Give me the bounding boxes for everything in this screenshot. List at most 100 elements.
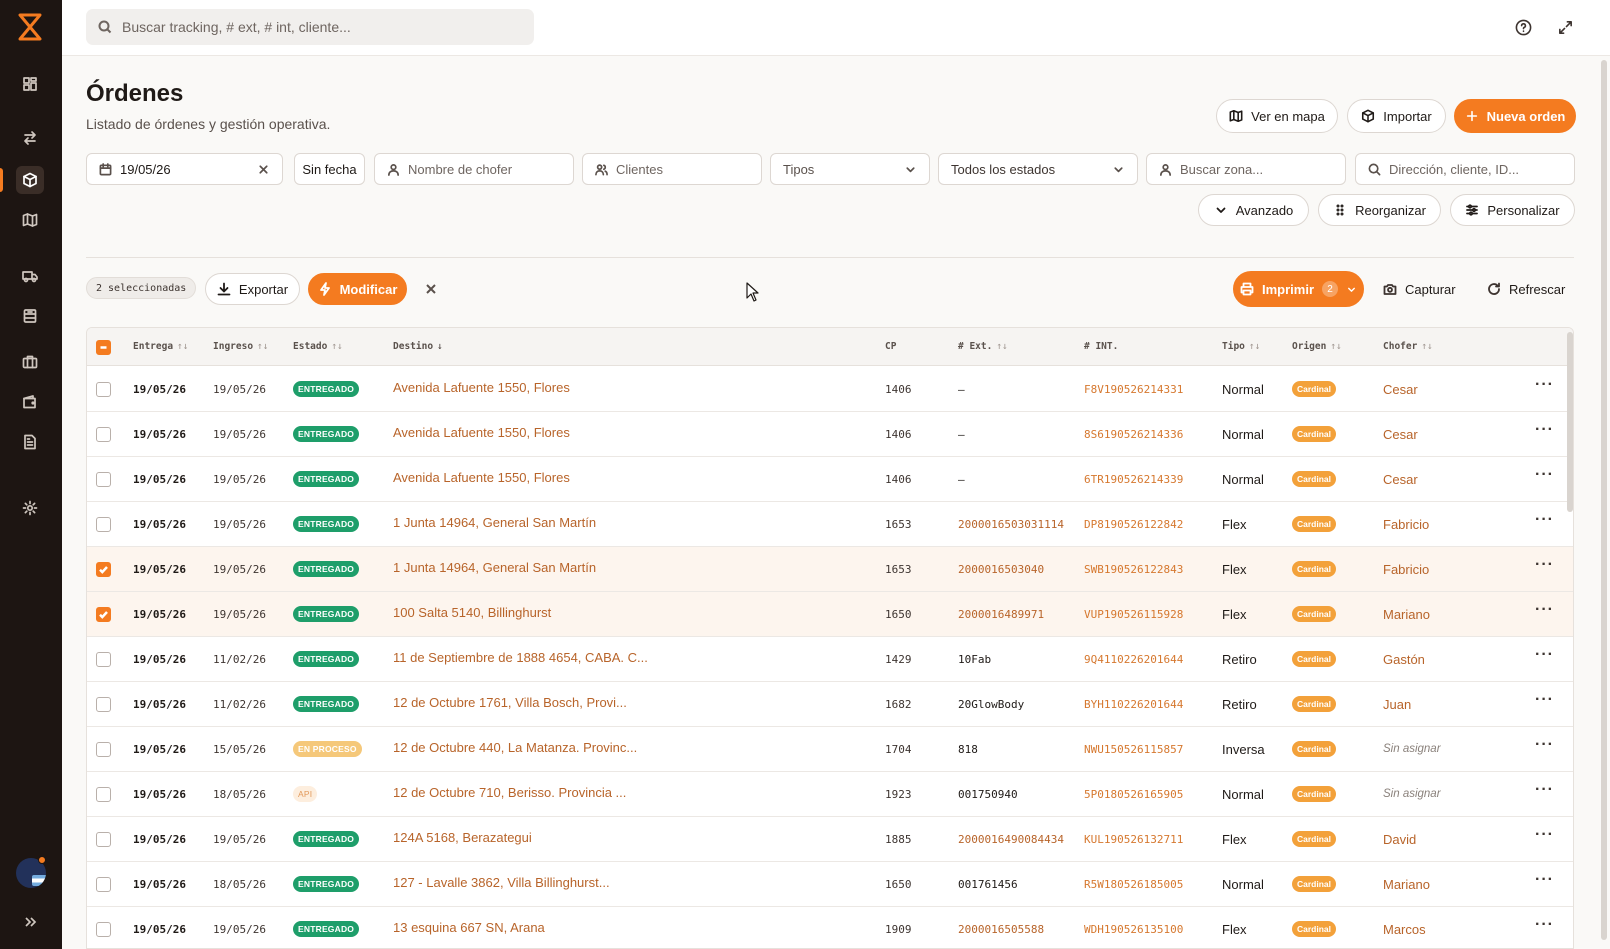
refresh-button[interactable]: Refrescar <box>1487 277 1565 301</box>
fullscreen-icon[interactable] <box>1554 16 1576 38</box>
date-filter[interactable]: 19/05/26 <box>86 153 283 185</box>
driver-link[interactable]: Cesar <box>1383 412 1418 456</box>
row-checkbox[interactable] <box>96 772 111 816</box>
warehouse-icon[interactable] <box>16 302 44 330</box>
table-row[interactable]: 19/05/26 19/05/26 ENTREGADO Avenida Lafuent… <box>87 457 1573 502</box>
header-destino[interactable]: Destino ↓ <box>393 341 443 352</box>
briefcase-icon[interactable] <box>16 348 44 376</box>
destination-link[interactable]: 12 de Octubre 1761, Villa Bosch, Provi..… <box>393 680 627 724</box>
new-order-button[interactable]: Nueva orden <box>1454 99 1576 133</box>
table-row[interactable]: 19/05/26 18/05/26 ENTREGADO 127 - Lavalle 3… <box>87 862 1573 907</box>
table-row[interactable]: 19/05/26 11/02/26 ENTREGADO 12 de Octubre 1… <box>87 682 1573 727</box>
help-icon[interactable] <box>1512 16 1534 38</box>
modify-button[interactable]: Modificar <box>308 273 407 305</box>
driver-link[interactable]: Marcos <box>1383 907 1426 948</box>
driver-link[interactable]: Fabricio <box>1383 502 1429 546</box>
table-row[interactable]: 19/05/26 19/05/26 ENTREGADO 1 Junta 14964, … <box>87 502 1573 547</box>
header-origen[interactable]: Origen ↑↓ <box>1292 341 1342 352</box>
driver-link[interactable]: Gastón <box>1383 637 1425 681</box>
driver-link[interactable]: Cesar <box>1383 457 1418 501</box>
export-button[interactable]: Exportar <box>205 273 300 305</box>
internal-id-link[interactable]: DP8190526122842 <box>1084 502 1212 546</box>
global-search[interactable] <box>86 9 534 45</box>
row-checkbox[interactable] <box>96 907 111 948</box>
row-actions-more-icon[interactable]: ··· <box>1535 453 1554 497</box>
table-row[interactable]: 19/05/26 18/05/26 API 12 de Octubre 710, Be… <box>87 772 1573 817</box>
row-actions-more-icon[interactable]: ··· <box>1535 723 1554 767</box>
truck-icon[interactable] <box>16 262 44 290</box>
driver-link[interactable]: Juan <box>1383 682 1411 726</box>
row-checkbox[interactable] <box>96 502 111 546</box>
capture-button[interactable]: Capturar <box>1383 277 1456 301</box>
expand-sidebar-chevrons-icon[interactable] <box>20 912 40 932</box>
table-row[interactable]: 19/05/26 19/05/26 ENTREGADO Avenida Lafuent… <box>87 367 1573 412</box>
clear-date-icon[interactable] <box>257 163 270 176</box>
table-row[interactable]: 19/05/26 15/05/26 EN PROCESO 12 de Octubre … <box>87 727 1573 772</box>
internal-id-link[interactable]: BYH110226201644 <box>1084 682 1212 726</box>
internal-id-link[interactable]: 9Q4110226201644 <box>1084 637 1212 681</box>
row-checkbox[interactable] <box>96 367 111 411</box>
internal-id-link[interactable]: WDH190526135100 <box>1084 907 1212 948</box>
row-checkbox[interactable] <box>96 592 111 636</box>
destination-link[interactable]: 127 - Lavalle 3862, Villa Billinghurst..… <box>393 860 610 904</box>
map-icon[interactable] <box>16 206 44 234</box>
table-row[interactable]: 19/05/26 19/05/26 ENTREGADO 1 Junta 14964, … <box>87 547 1573 592</box>
types-select[interactable]: Tipos <box>770 153 930 185</box>
destination-link[interactable]: 124A 5168, Berazategui <box>393 815 532 859</box>
driver-link[interactable]: David <box>1383 817 1416 861</box>
row-actions-more-icon[interactable]: ··· <box>1535 903 1554 947</box>
row-checkbox[interactable] <box>96 727 111 771</box>
settings-gear-icon[interactable] <box>16 494 44 522</box>
import-button[interactable]: Importar <box>1347 99 1446 133</box>
row-checkbox[interactable] <box>96 862 111 906</box>
states-select[interactable]: Todos los estados <box>938 153 1138 185</box>
header-tipo[interactable]: Tipo ↑↓ <box>1222 341 1260 352</box>
reorganize-button[interactable]: Reorganizar <box>1318 194 1441 226</box>
destination-link[interactable]: 12 de Octubre 440, La Matanza. Provinc..… <box>393 725 637 769</box>
header-ext[interactable]: # Ext. ↑↓ <box>958 341 1008 352</box>
table-row[interactable]: 19/05/26 19/05/26 ENTREGADO 124A 5168, Bera… <box>87 817 1573 862</box>
row-actions-more-icon[interactable]: ··· <box>1535 813 1554 857</box>
row-actions-more-icon[interactable]: ··· <box>1535 498 1554 542</box>
orders-box-icon[interactable] <box>16 166 44 194</box>
select-all-checkbox[interactable] <box>96 328 111 366</box>
header-int[interactable]: # INT. <box>1084 341 1118 352</box>
row-actions-more-icon[interactable]: ··· <box>1535 678 1554 722</box>
clear-selection-icon[interactable] <box>421 279 441 299</box>
row-actions-more-icon[interactable]: ··· <box>1535 543 1554 587</box>
row-actions-more-icon[interactable]: ··· <box>1535 588 1554 632</box>
invoice-icon[interactable] <box>16 428 44 456</box>
print-button[interactable]: Imprimir 2 <box>1233 271 1364 307</box>
header-ingreso[interactable]: Ingreso ↑↓ <box>213 341 269 352</box>
row-actions-more-icon[interactable]: ··· <box>1535 858 1554 902</box>
wallet-icon[interactable] <box>16 388 44 416</box>
internal-id-link[interactable]: VUP190526115928 <box>1084 592 1212 636</box>
internal-id-link[interactable]: 5P0180526165905 <box>1084 772 1212 816</box>
row-actions-more-icon[interactable]: ··· <box>1535 768 1554 812</box>
header-entrega[interactable]: Entrega ↑↓ <box>133 341 189 352</box>
driver-link[interactable]: Mariano <box>1383 862 1430 906</box>
header-cp[interactable]: CP <box>885 341 896 352</box>
destination-link[interactable]: 1 Junta 14964, General San Martín <box>393 500 596 544</box>
table-scrollbar[interactable] <box>1567 332 1573 512</box>
row-checkbox[interactable] <box>96 682 111 726</box>
driver-link[interactable]: Fabricio <box>1383 547 1429 591</box>
internal-id-link[interactable]: F8V190526214331 <box>1084 367 1212 411</box>
zone-search[interactable]: Buscar zona... <box>1146 153 1346 185</box>
internal-id-link[interactable]: SWB190526122843 <box>1084 547 1212 591</box>
row-actions-more-icon[interactable]: ··· <box>1535 363 1554 407</box>
transfer-arrows-icon[interactable] <box>16 124 44 152</box>
internal-id-link[interactable]: KUL190526132711 <box>1084 817 1212 861</box>
row-checkbox[interactable] <box>96 547 111 591</box>
global-search-input[interactable] <box>122 19 522 35</box>
no-date-button[interactable]: Sin fecha <box>294 153 365 185</box>
row-checkbox[interactable] <box>96 457 111 501</box>
address-search[interactable]: Dirección, cliente, ID... <box>1355 153 1575 185</box>
row-checkbox[interactable] <box>96 412 111 456</box>
internal-id-link[interactable]: 6TR190526214339 <box>1084 457 1212 501</box>
row-actions-more-icon[interactable]: ··· <box>1535 408 1554 452</box>
app-logo[interactable] <box>16 12 44 42</box>
table-row[interactable]: 19/05/26 19/05/26 ENTREGADO 13 esquina 667 … <box>87 907 1573 948</box>
table-row[interactable]: 19/05/26 11/02/26 ENTREGADO 11 de Septiembr… <box>87 637 1573 682</box>
destination-link[interactable]: Avenida Lafuente 1550, Flores <box>393 455 570 499</box>
